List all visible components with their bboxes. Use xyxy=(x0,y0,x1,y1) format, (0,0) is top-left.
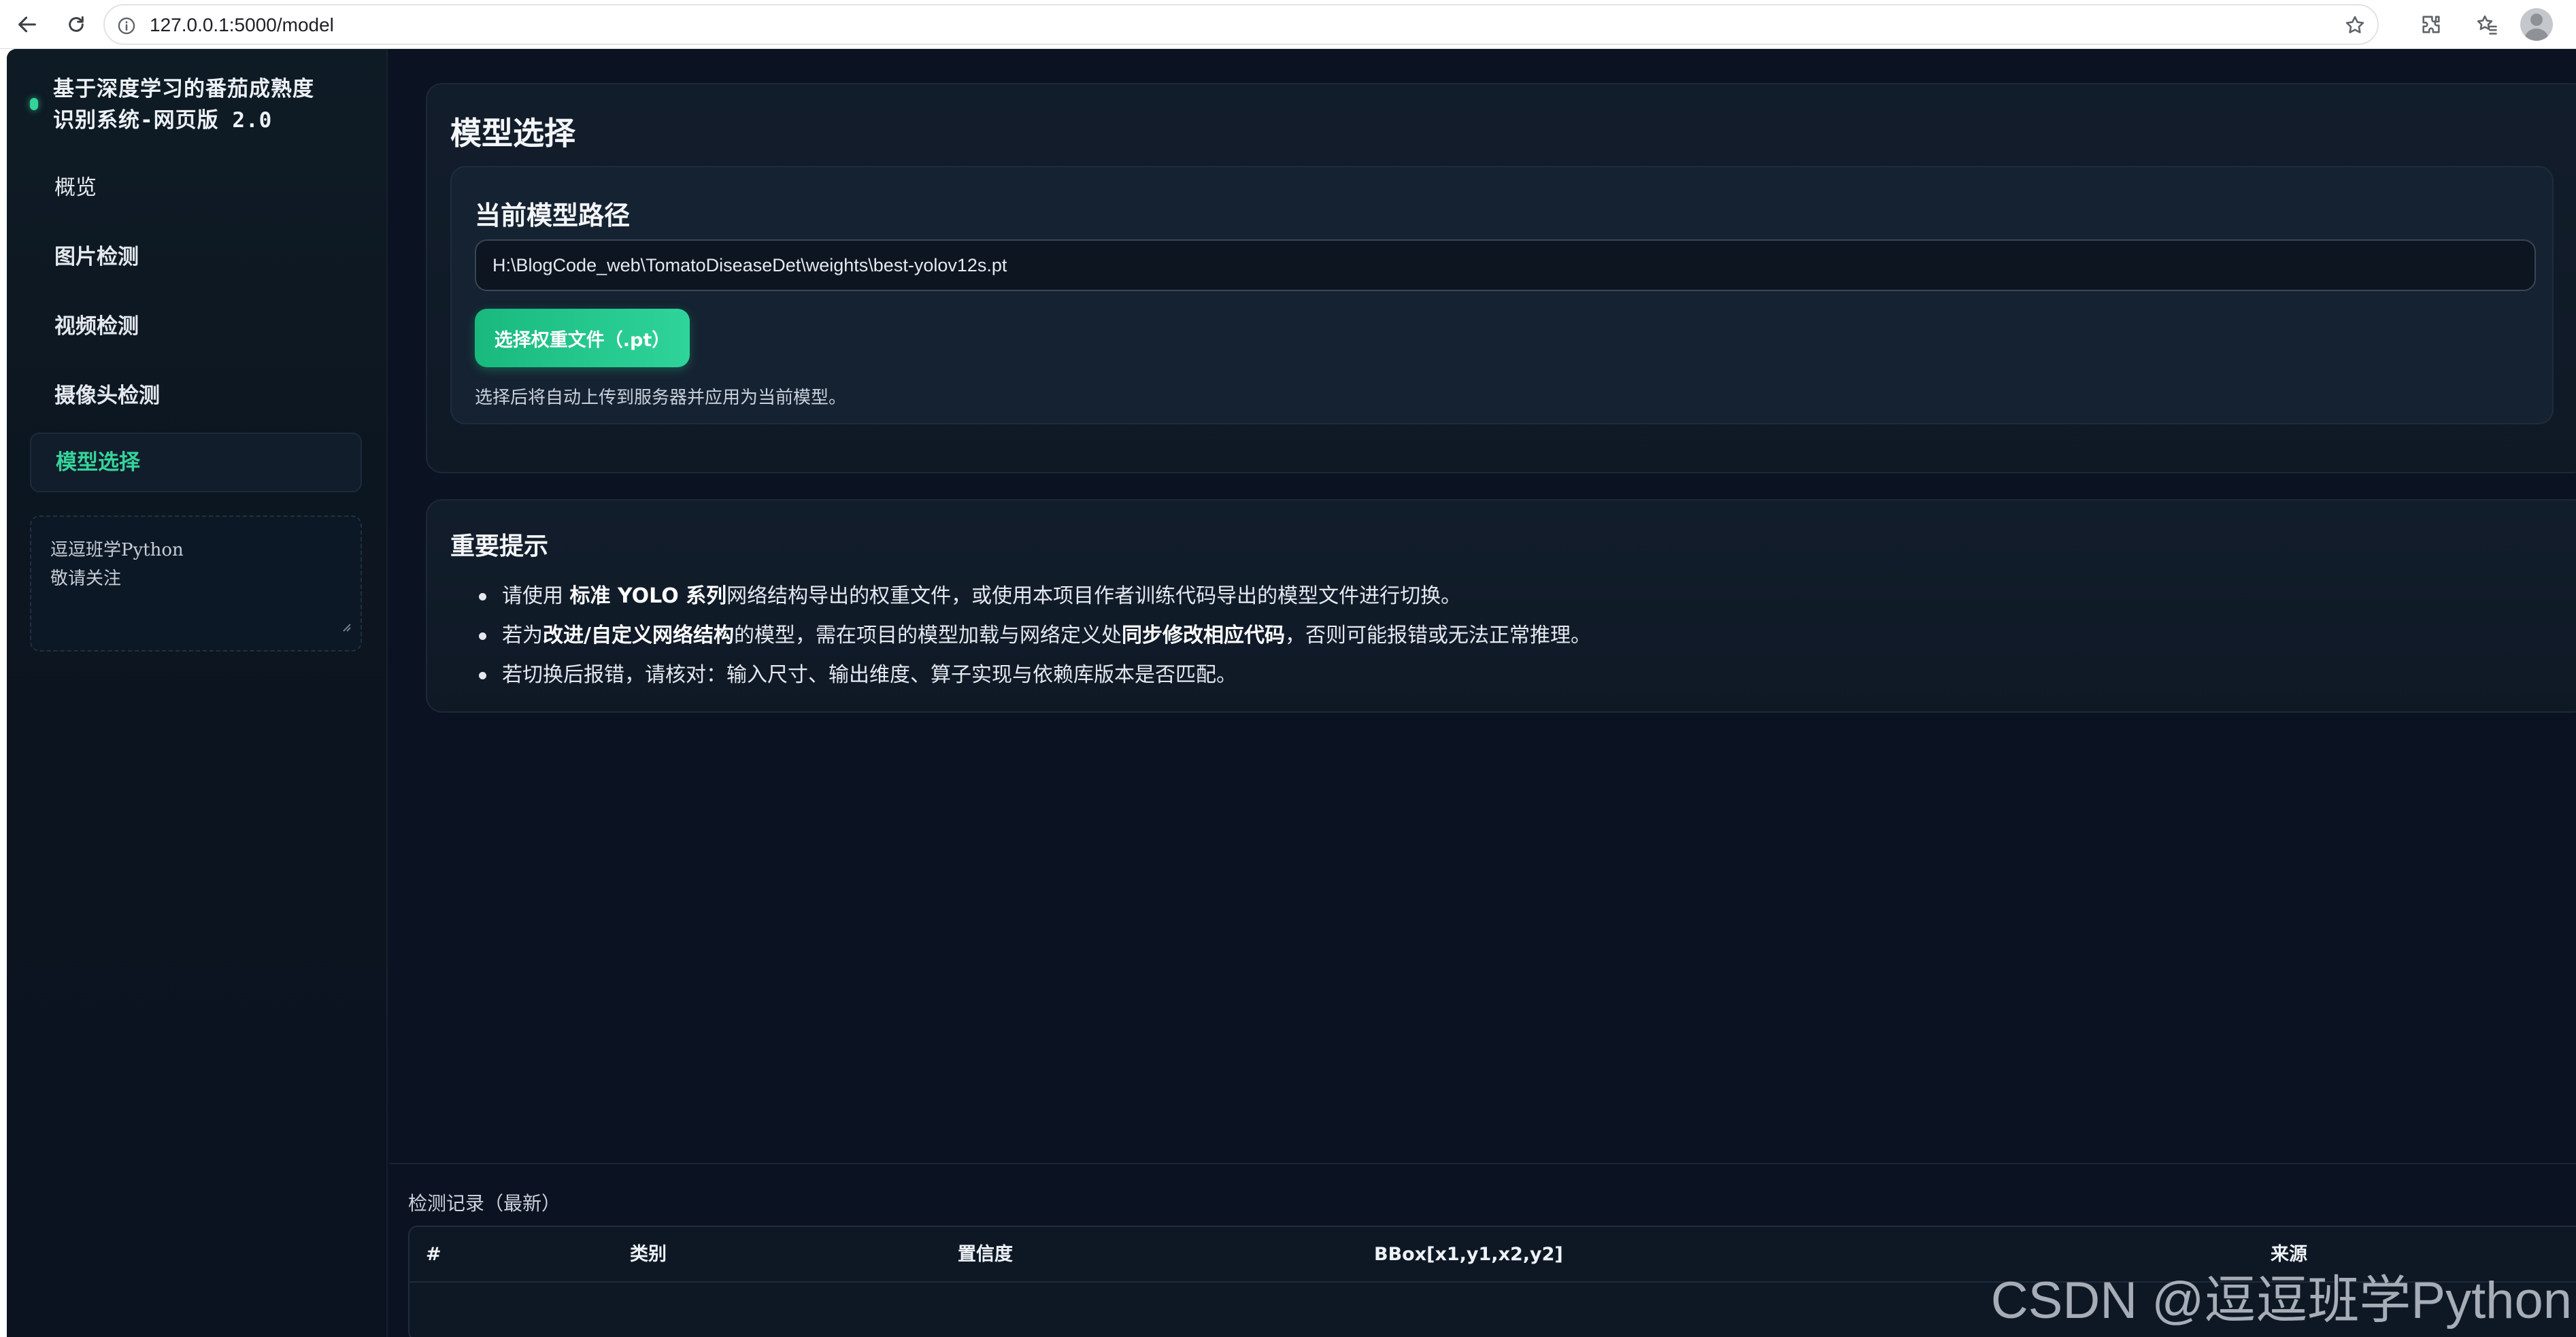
tips-title: 重要提示 xyxy=(450,532,549,560)
tip-text: 若为 xyxy=(502,624,543,647)
sidebar-item-camera-detection[interactable]: 摄像头检测 xyxy=(30,366,362,426)
status-dot-icon xyxy=(30,98,38,110)
reload-icon[interactable] xyxy=(58,7,94,42)
important-tips-panel: 重要提示 请使用 标准 YOLO 系列网络结构导出的权重文件，或使用本项目作者训… xyxy=(426,499,2576,713)
tip-text: 请使用 xyxy=(502,584,570,608)
main-content: 模型选择 当前模型路径 选择权重文件（.pt） 选择后将自动上传到服务器并应用为… xyxy=(389,49,2576,1337)
column-header-confidence: 置信度 xyxy=(958,1244,1013,1265)
tip-item: 若切换后报错，请核对：输入尺寸、输出维度、算子实现与依赖库版本是否匹配。 xyxy=(479,656,1591,695)
model-selection-panel: 模型选择 当前模型路径 选择权重文件（.pt） 选择后将自动上传到服务器并应用为… xyxy=(426,83,2576,473)
tip-emphasis: 标准 YOLO 系列 xyxy=(569,584,727,608)
note-textarea[interactable]: 逗逗班学Python 敬请关注 xyxy=(30,515,362,651)
model-path-input[interactable] xyxy=(475,239,2536,291)
site-info-icon[interactable] xyxy=(117,16,136,38)
column-header-index: # xyxy=(426,1244,441,1265)
sidebar-item-overview[interactable]: 概览 xyxy=(30,158,362,218)
tip-emphasis: 改进/自定义网络结构 xyxy=(543,624,734,647)
tip-item: 请使用 标准 YOLO 系列网络结构导出的权重文件，或使用本项目作者训练代码导出… xyxy=(479,577,1591,616)
note-line-1: 逗逗班学Python xyxy=(50,540,184,560)
column-header-bbox: BBox[x1,y1,x2,y2] xyxy=(1374,1244,1563,1265)
column-header-class: 类别 xyxy=(630,1244,667,1265)
favorites-icon[interactable] xyxy=(2471,8,2503,41)
current-model-card: 当前模型路径 选择权重文件（.pt） 选择后将自动上传到服务器并应用为当前模型。 xyxy=(450,166,2554,424)
browser-toolbar: 127.0.0.1:5000/model xyxy=(0,0,2576,49)
resize-handle-icon[interactable] xyxy=(341,612,351,641)
url-text: 127.0.0.1:5000/model xyxy=(150,14,334,35)
app-root: 基于深度学习的番茄成熟度 识别系统-网页版 2.0 概览 图片检测 视频检测 摄… xyxy=(7,49,2576,1337)
tip-text: 的模型，需在项目的模型加载与网络定义处 xyxy=(733,624,1122,647)
records-title: 检测记录（最新） xyxy=(408,1192,561,1215)
watermark: CSDN @逗逗班学Python xyxy=(1990,1272,2572,1330)
tip-text: 网络结构导出的权重文件，或使用本项目作者训练代码导出的模型文件进行切换。 xyxy=(726,584,1462,608)
brand-title: 基于深度学习的番茄成熟度 识别系统-网页版 2.0 xyxy=(53,77,314,133)
sidebar-item-video-detection[interactable]: 视频检测 xyxy=(30,297,362,356)
upload-hint: 选择后将自动上传到服务器并应用为当前模型。 xyxy=(475,388,847,408)
back-icon[interactable] xyxy=(10,7,45,42)
tips-list: 请使用 标准 YOLO 系列网络结构导出的权重文件，或使用本项目作者训练代码导出… xyxy=(479,577,1591,695)
extensions-icon[interactable] xyxy=(2415,8,2447,41)
page-title: 模型选择 xyxy=(450,115,575,152)
tip-item: 若为改进/自定义网络结构的模型，需在项目的模型加载与网络定义处同步修改相应代码，… xyxy=(479,616,1591,656)
profile-avatar[interactable] xyxy=(2520,8,2553,41)
choose-weights-button[interactable]: 选择权重文件（.pt） xyxy=(475,309,690,367)
sidebar: 基于深度学习的番茄成熟度 识别系统-网页版 2.0 概览 图片检测 视频检测 摄… xyxy=(7,49,388,1337)
tip-emphasis: 同步修改相应代码 xyxy=(1121,624,1285,647)
bookmark-star-icon[interactable] xyxy=(2343,14,2366,39)
current-path-title: 当前模型路径 xyxy=(475,201,631,231)
sidebar-item-image-detection[interactable]: 图片检测 xyxy=(30,227,362,287)
brand: 基于深度学习的番茄成熟度 识别系统-网页版 2.0 xyxy=(30,73,370,136)
note-line-2: 敬请关注 xyxy=(50,569,122,589)
tip-text: ，否则可能报错或无法正常推理。 xyxy=(1284,624,1591,647)
address-bar[interactable]: 127.0.0.1:5000/model xyxy=(103,4,2379,45)
sidebar-item-model-selection[interactable]: 模型选择 xyxy=(30,433,362,492)
